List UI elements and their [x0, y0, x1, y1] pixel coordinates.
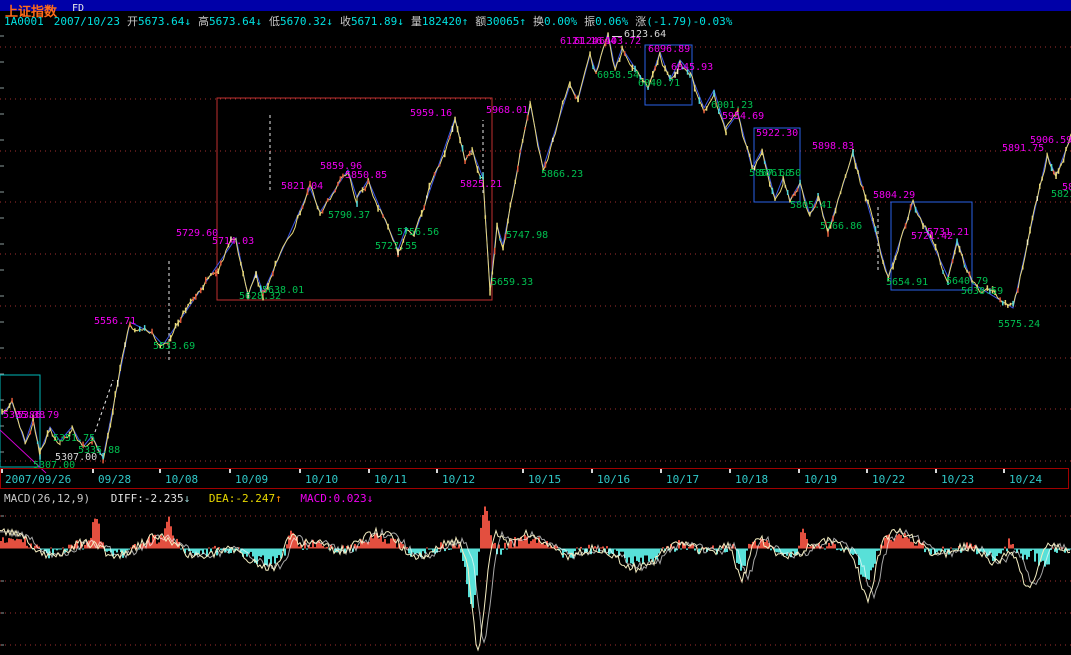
- price-label: 5959.16: [410, 109, 452, 119]
- price-label: 5766.86: [820, 222, 862, 232]
- price-label: 6058.54: [597, 71, 639, 81]
- x-axis-tick: [299, 469, 301, 473]
- x-axis-tick: [436, 469, 438, 473]
- x-axis-date: 10/15: [528, 473, 561, 486]
- x-axis-date: 10/24: [1009, 473, 1042, 486]
- x-axis-tick: [798, 469, 800, 473]
- macd-indicator-name: MACD(26,12,9): [4, 492, 90, 505]
- price-label: 6103.72: [599, 37, 641, 47]
- x-axis-tick: [368, 469, 370, 473]
- macd-dea-value: DEA:-2.247↑: [209, 492, 282, 505]
- price-label: 5638.01: [262, 286, 304, 296]
- peak-pointer-dash: [612, 36, 622, 37]
- price-label: 6001.23: [711, 101, 753, 111]
- price-label: 5721.42: [911, 232, 953, 242]
- x-axis-date: 10/17: [666, 473, 699, 486]
- price-label: 5556.71: [94, 317, 136, 327]
- price-label: 5804.29: [873, 191, 915, 201]
- price-label: 5638.59: [961, 287, 1003, 297]
- x-axis-tick: [1, 469, 3, 473]
- dea-up-arrow-icon: ↑: [275, 492, 282, 505]
- price-label: 5906.59: [1030, 136, 1071, 146]
- price-label: 6040.71: [638, 79, 680, 89]
- price-label: 5898.83: [812, 142, 854, 152]
- x-axis-date: 10/09: [235, 473, 268, 486]
- macd-diff-value: DIFF:-2.235↓: [111, 492, 191, 505]
- x-axis-date: 10/12: [442, 473, 475, 486]
- price-label: 5821.04: [281, 182, 323, 192]
- x-axis-date: 10/23: [941, 473, 974, 486]
- macd-header: MACD(26,12,9) DIFF:-2.235↓ DEA:-2.247↑ M…: [4, 492, 373, 504]
- price-label: 5805.41: [790, 201, 832, 211]
- x-axis-date: 10/10: [305, 473, 338, 486]
- x-axis-tick: [866, 469, 868, 473]
- price-label: 5968.01: [486, 106, 528, 116]
- x-axis-tick: [591, 469, 593, 473]
- x-axis-date: 10/19: [804, 473, 837, 486]
- price-label: 5386.79: [17, 411, 59, 421]
- price-label: 6045.93: [671, 63, 713, 73]
- price-label: 5654.91: [886, 278, 928, 288]
- price-label: 5533.69: [153, 342, 195, 352]
- x-axis-date: 10/08: [165, 473, 198, 486]
- x-axis-date: 09/28: [98, 473, 131, 486]
- price-label: 5747.98: [506, 231, 548, 241]
- price-label: 5825.21: [460, 180, 502, 190]
- price-label: 5954.69: [722, 112, 764, 122]
- x-axis-tick: [660, 469, 662, 473]
- x-axis-tick: [729, 469, 731, 473]
- price-label: 5756.56: [397, 228, 439, 238]
- x-axis-date: 10/11: [374, 473, 407, 486]
- macd-down-arrow-icon: ↓: [367, 492, 374, 505]
- x-axis-tick: [229, 469, 231, 473]
- x-axis-date: 10/16: [597, 473, 630, 486]
- app-window: 上证指数 FD 1A00012007/10/23开5673.64↓高5673.6…: [0, 0, 1071, 655]
- x-axis-tick: [1003, 469, 1005, 473]
- price-label: 5714.03: [212, 237, 254, 247]
- price-label: 5351.75: [53, 434, 95, 444]
- price-label: 5922.30: [756, 129, 798, 139]
- x-axis-tick: [92, 469, 94, 473]
- macd-macd-value: MACD:0.023↓: [300, 492, 373, 505]
- price-label: 5727.55: [375, 242, 417, 252]
- x-axis-strip[interactable]: 2007/09/26 09/28 10/08 10/09 10/10 10/11 10/12…: [0, 468, 1069, 489]
- price-label: 5790.37: [328, 211, 370, 221]
- price-label: 58: [1062, 183, 1071, 193]
- price-label: 5861.50: [759, 169, 801, 179]
- x-axis-date: 2007/09/26: [5, 473, 71, 486]
- price-and-macd-canvas[interactable]: [0, 0, 1071, 655]
- price-label: 6096.89: [648, 45, 690, 55]
- price-label: 5866.23: [541, 170, 583, 180]
- price-label: 5575.24: [998, 320, 1040, 330]
- price-label: 5659.33: [491, 278, 533, 288]
- x-axis-date: 10/18: [735, 473, 768, 486]
- x-axis-tick: [935, 469, 937, 473]
- x-axis-tick: [522, 469, 524, 473]
- x-axis-date: 10/22: [872, 473, 905, 486]
- x-axis-tick: [159, 469, 161, 473]
- diff-down-arrow-icon: ↓: [184, 492, 191, 505]
- price-label: 5850.85: [345, 171, 387, 181]
